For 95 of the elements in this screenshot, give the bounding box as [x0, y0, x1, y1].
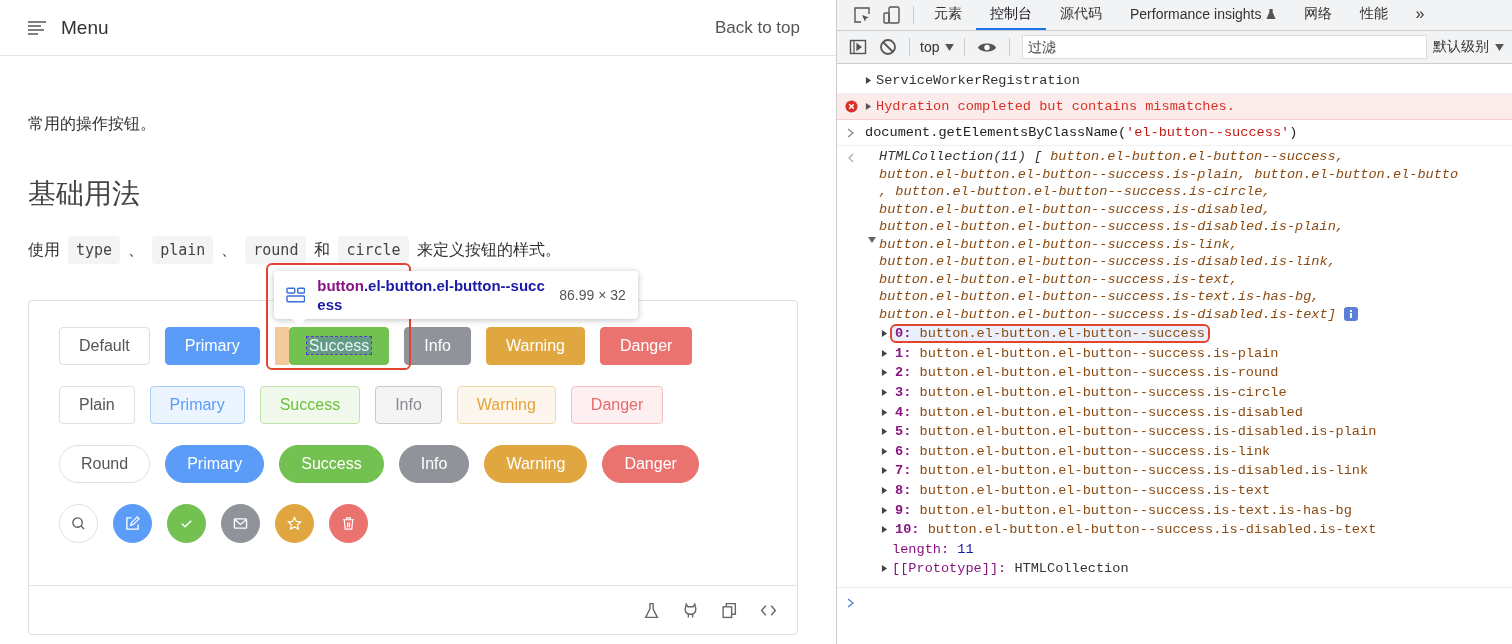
devtools-tab[interactable]: 源代码 [1046, 0, 1116, 30]
collection-preview-line: button.el-button.el-button--success.is-text, [879, 271, 1238, 287]
expand-arrow-icon[interactable] [881, 349, 888, 357]
inspect-icon[interactable] [853, 6, 871, 24]
margin-highlight [274, 327, 289, 365]
console-prompt-icon[interactable] [847, 597, 855, 608]
edit-icon [125, 516, 140, 531]
flask-icon[interactable] [643, 601, 660, 619]
expand-arrow-icon[interactable] [881, 330, 888, 338]
section-heading: 基础用法 [28, 177, 141, 211]
collection-preview-line: button.el-button.el-button--success.is-text.is-has-bg, [879, 289, 1320, 305]
info-icon [1343, 307, 1358, 322]
filter-field[interactable]: 过滤 [1022, 35, 1427, 59]
collection-preview-line: button.el-button.el-button--success.is-disabled, [879, 201, 1271, 217]
collapse-arrow-icon[interactable] [868, 235, 876, 244]
envelope-icon [233, 516, 248, 531]
usage-text: 、 [128, 240, 145, 260]
clear-icon[interactable] [879, 38, 897, 56]
inline-code: circle [338, 236, 409, 264]
expand-arrow-icon[interactable] [881, 447, 888, 455]
expand-arrow-icon[interactable] [881, 487, 888, 495]
collection-item[interactable]: 9: button.el-button.el-button--success.is-text.is-has-bg [892, 502, 1355, 518]
expand-arrow-icon[interactable] [881, 389, 888, 397]
devtools-tab[interactable]: Performance insights [1116, 0, 1290, 30]
cat-icon[interactable] [682, 601, 699, 619]
expand-arrow-icon[interactable] [881, 565, 888, 573]
collection-preview-line: button.el-button.el-button--success.is-link, [879, 236, 1238, 252]
collection-item[interactable]: 7: button.el-button.el-button--success.is-disabled.is-link [892, 463, 1372, 479]
eye-icon[interactable] [977, 40, 998, 54]
devtools-tab[interactable]: 性能 [1345, 0, 1402, 30]
expand-arrow-icon[interactable] [865, 103, 872, 110]
collection-item[interactable]: 0: button.el-button.el-button--success [892, 326, 1208, 342]
error-icon [844, 100, 858, 113]
expand-arrow-icon[interactable] [881, 428, 888, 436]
devtools-tab[interactable]: 网络 [1289, 0, 1346, 30]
intro-text: 常用的操作按钮。 [28, 114, 157, 134]
search-icon [71, 516, 86, 531]
inline-code: type [68, 236, 121, 264]
collection-item[interactable]: 5: button.el-button.el-button--success.is-disabled.is-plain [892, 424, 1380, 440]
icon-button[interactable] [221, 504, 260, 543]
caret-icon [945, 43, 955, 51]
layout-icon [285, 287, 306, 303]
back-to-top-link[interactable]: Back to top [714, 17, 800, 38]
collection-preview-line: button.el-button.el-button--success.is-disabled.is-link, [879, 254, 1336, 270]
more-tabs-button[interactable]: » [1401, 0, 1439, 30]
icon-button[interactable] [329, 504, 368, 543]
error-message: Hydration completed but contains mismatches. [876, 99, 1235, 114]
device-icon[interactable] [883, 6, 901, 24]
trash-icon [341, 516, 356, 531]
collection-preview-line: button.el-button.el-button--success.is-disabled.is-text] [879, 306, 1336, 322]
context-dropdown[interactable]: top [916, 39, 959, 55]
star-icon [287, 516, 302, 531]
demo-button[interactable]: Default [59, 327, 150, 365]
property-line: length: 11 [892, 541, 974, 557]
expand-arrow-icon[interactable] [881, 369, 888, 377]
collection-preview-line: button.el-button.el-button--success.is-plain, button.el-button.el-butto [879, 166, 1459, 182]
collection-item[interactable]: 6: button.el-button.el-button--success.is-link [892, 443, 1274, 459]
input-prompt-icon [847, 127, 855, 138]
devtools-tab[interactable]: 元素 [920, 0, 976, 30]
expand-arrow-icon[interactable] [881, 526, 888, 534]
element-size: 86.99 × 32 [559, 287, 626, 303]
demo-button[interactable]: Round [59, 445, 151, 483]
demo-button[interactable]: Plain [59, 386, 135, 424]
collection-preview-line: , button.el-button.el-button--success.is-circle, [879, 184, 1271, 200]
caret-icon [1495, 43, 1504, 51]
menu-icon [28, 20, 46, 35]
expand-arrow-icon[interactable] [881, 467, 888, 475]
collection-item[interactable]: 3: button.el-button.el-button--success.is-circle [892, 385, 1290, 401]
element-selector: button.el-button.el-button--success [317, 276, 546, 314]
icon-button[interactable] [113, 504, 152, 543]
collection-item[interactable]: 8: button.el-button.el-button--success.is-text [892, 483, 1274, 499]
property-line: [[Prototype]]: HTMLCollection [892, 561, 1129, 577]
collection-preview-line: button.el-button.el-button--success, [1050, 149, 1344, 165]
collection-item[interactable]: 4: button.el-button.el-button--success.is-disabled [892, 404, 1306, 420]
result-marker-icon [847, 153, 855, 163]
usage-text: 使用 [28, 240, 60, 260]
usage-text: 来定义按钮的样式。 [416, 240, 561, 260]
collection-preview-line: button.el-button.el-button--success.is-disabled.is-plain, [879, 219, 1344, 235]
inline-code: round [245, 236, 307, 264]
usage-text: 和 [314, 240, 331, 260]
collection-summary: HTMLCollection(11) [ [879, 149, 1043, 165]
console-output: ServiceWorkerRegistration [876, 73, 1080, 88]
inline-code: plain [152, 236, 214, 264]
sidebar-toggle-icon[interactable] [849, 38, 867, 56]
collection-item[interactable]: 1: button.el-button.el-button--success.is-plain [892, 345, 1282, 361]
log-level-dropdown[interactable]: 默认级别 [1433, 38, 1512, 56]
expand-arrow-icon[interactable] [881, 408, 888, 416]
collection-item[interactable]: 10: button.el-button.el-button--success.is-disabled.is-text [892, 522, 1380, 538]
copy-icon[interactable] [721, 601, 738, 619]
menu-button[interactable]: Menu [28, 16, 109, 39]
expand-arrow-icon[interactable] [865, 77, 872, 84]
console-command: document.getElementsByClassName('el-button--success') [865, 125, 1298, 140]
usage-text: 、 [221, 240, 238, 260]
collection-item[interactable]: 2: button.el-button.el-button--success.is-round [892, 365, 1282, 381]
expand-arrow-icon[interactable] [881, 506, 888, 514]
